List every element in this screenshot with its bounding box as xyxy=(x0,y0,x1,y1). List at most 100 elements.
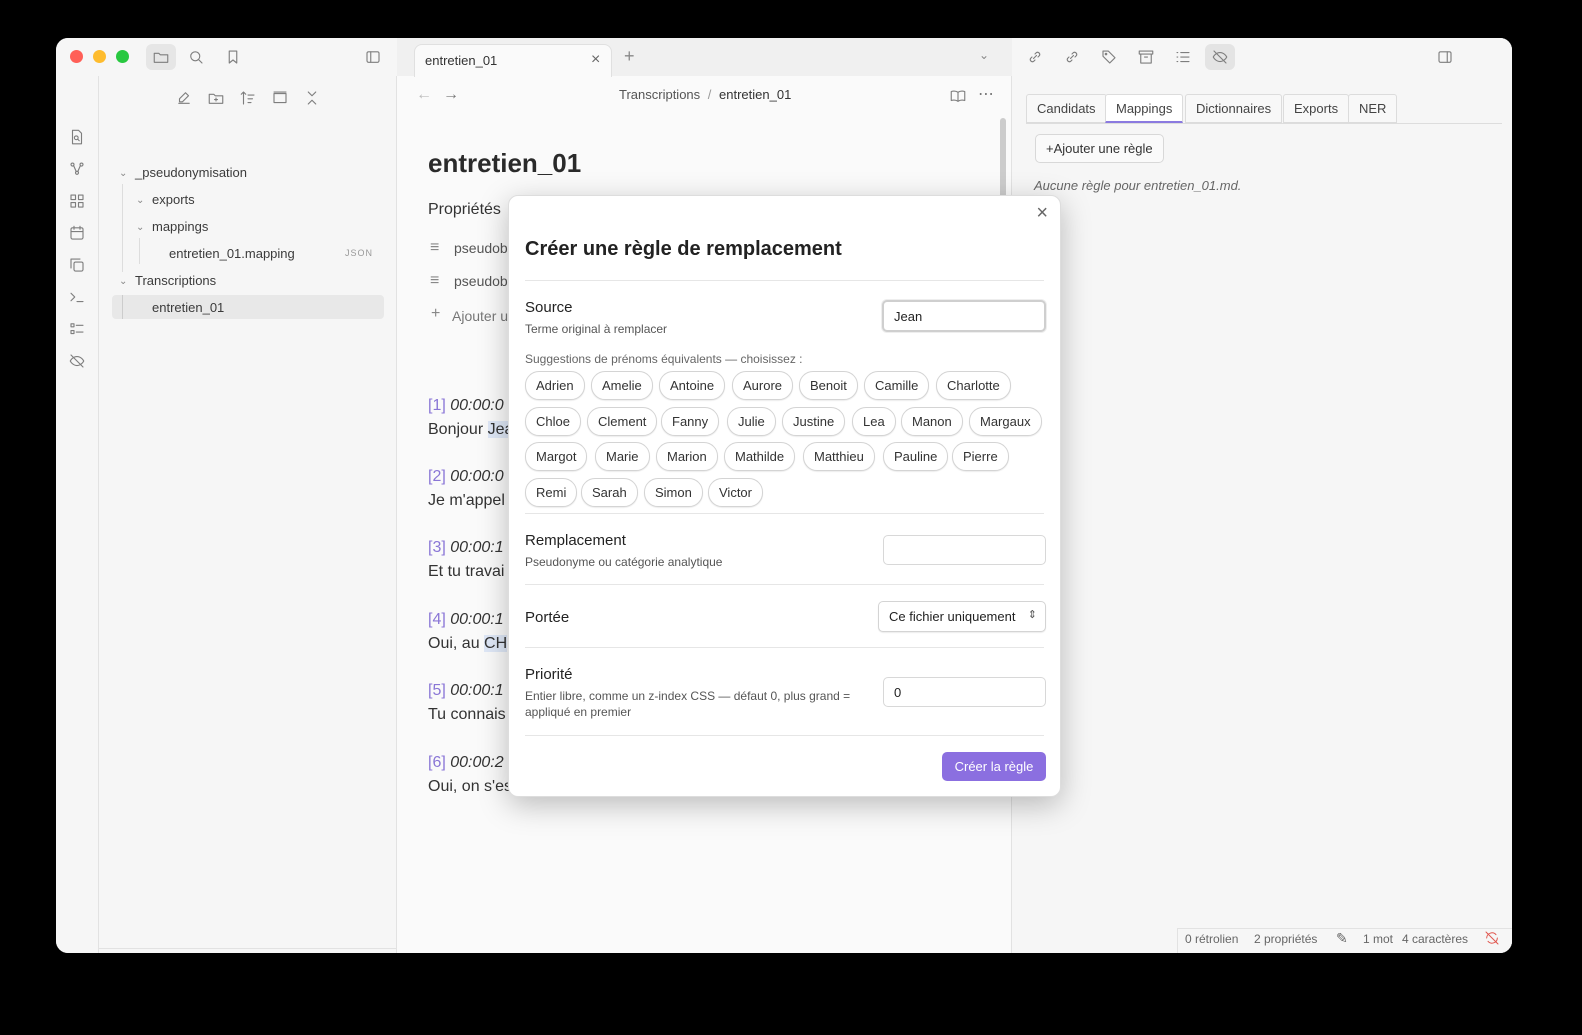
right-sidebar-toggle-icon[interactable] xyxy=(1436,48,1454,66)
grid-icon[interactable] xyxy=(68,192,86,210)
forward-arrow-icon[interactable]: → xyxy=(443,86,459,104)
copy-icon[interactable] xyxy=(68,256,86,274)
priority-input[interactable] xyxy=(883,677,1046,707)
list-icon[interactable] xyxy=(68,320,86,338)
archive-icon[interactable] xyxy=(1137,48,1155,66)
close-tab-icon[interactable]: × xyxy=(591,51,600,69)
segment-time: 00:00:2 xyxy=(450,754,504,771)
chevron-down-icon[interactable]: ⌄ xyxy=(136,195,144,206)
divider xyxy=(99,948,397,949)
suggestion-chip[interactable]: Marie xyxy=(595,442,650,471)
suggestion-chip[interactable]: Victor xyxy=(708,478,763,507)
suggestion-chip[interactable]: Pauline xyxy=(883,442,949,471)
sort-icon[interactable] xyxy=(239,89,257,107)
chevron-down-icon[interactable]: ⌄ xyxy=(119,276,127,287)
file-entretien-01[interactable]: entretien_01 xyxy=(152,298,224,318)
suggestion-chip[interactable]: Lea xyxy=(852,407,896,436)
chevron-down-icon[interactable]: ⌄ xyxy=(119,168,127,179)
suggestion-chip[interactable]: Pierre xyxy=(952,442,1009,471)
suggestion-chip[interactable]: Benoit xyxy=(799,371,858,400)
new-folder-icon[interactable] xyxy=(207,89,225,107)
tab-entretien-01[interactable]: entretien_01 × xyxy=(414,44,612,77)
collapse-all-icon[interactable] xyxy=(303,89,321,107)
pseudonymisation-view-button[interactable] xyxy=(1205,44,1235,70)
minimize-window-button[interactable] xyxy=(93,50,106,63)
file-search-icon[interactable] xyxy=(68,128,86,146)
link-icon[interactable] xyxy=(1063,48,1081,66)
suggestion-chip[interactable]: Charlotte xyxy=(936,371,1011,400)
calendar-icon[interactable] xyxy=(68,224,86,242)
zoom-window-button[interactable] xyxy=(116,50,129,63)
breadcrumb-parent[interactable]: Transcriptions xyxy=(619,87,700,102)
close-window-button[interactable] xyxy=(70,50,83,63)
suggestion-chip[interactable]: Sarah xyxy=(581,478,638,507)
terminal-icon[interactable] xyxy=(68,288,86,306)
properties-heading[interactable]: Propriétés xyxy=(428,201,501,219)
tab-exports[interactable]: Exports xyxy=(1283,94,1350,123)
folder-transcriptions[interactable]: Transcriptions xyxy=(135,271,216,291)
back-arrow-icon[interactable]: ← xyxy=(416,86,432,104)
property-name[interactable]: pseudob xyxy=(454,273,508,289)
suggestion-chip[interactable]: Amelie xyxy=(591,371,653,400)
create-rule-button[interactable]: Créer la règle xyxy=(942,752,1046,781)
edit-mode-icon[interactable]: ✎ xyxy=(1336,930,1348,947)
collapse-view-icon[interactable] xyxy=(271,89,289,107)
suggestion-chip[interactable]: Margaux xyxy=(969,407,1042,436)
reading-view-icon[interactable] xyxy=(949,87,967,105)
suggestion-chip[interactable]: Remi xyxy=(525,478,578,507)
suggestion-chip[interactable]: Marion xyxy=(656,442,718,471)
replacement-input[interactable] xyxy=(883,535,1046,565)
folder-mappings[interactable]: mappings xyxy=(152,217,208,237)
new-tab-icon[interactable]: + xyxy=(624,46,635,67)
new-note-icon[interactable] xyxy=(175,89,193,107)
add-property-button[interactable]: Ajouter u xyxy=(452,308,508,324)
suggestion-chip[interactable]: Camille xyxy=(864,371,930,400)
suggestion-chip[interactable]: Matthieu xyxy=(803,442,875,471)
segment-number: [4] xyxy=(428,611,446,628)
suggestion-chip[interactable]: Mathilde xyxy=(724,442,796,471)
add-rule-button[interactable]: +Ajouter une règle xyxy=(1035,134,1164,163)
file-mapping-json[interactable]: entretien_01.mapping xyxy=(169,244,295,264)
sync-off-icon[interactable] xyxy=(1484,930,1500,946)
tab-ner[interactable]: NER xyxy=(1348,94,1398,123)
tab-dictionnaires[interactable]: Dictionnaires xyxy=(1185,94,1283,123)
outline-list-icon[interactable] xyxy=(1174,48,1192,66)
close-modal-icon[interactable]: × xyxy=(1036,202,1048,225)
highlighted-term[interactable]: CH xyxy=(484,635,508,652)
suggestion-chip[interactable]: Aurore xyxy=(732,371,794,400)
status-backlinks[interactable]: 0 rétrolien xyxy=(1185,932,1238,946)
sidebar-toggle-icon[interactable] xyxy=(364,48,382,66)
scope-select[interactable]: Ce fichier uniquement ⇕ xyxy=(878,601,1046,632)
tab-list-chevron-icon[interactable]: ⌄ xyxy=(979,48,989,62)
suggestion-chip[interactable]: Justine xyxy=(782,407,846,436)
files-tab-button[interactable] xyxy=(146,44,176,70)
suggestion-chip[interactable]: Julie xyxy=(727,407,776,436)
property-name[interactable]: pseudob xyxy=(454,240,508,256)
suggestion-chip[interactable]: Adrien xyxy=(525,371,585,400)
tag-icon[interactable] xyxy=(1100,48,1118,66)
scrollbar-thumb[interactable] xyxy=(1000,118,1006,198)
breadcrumb-current[interactable]: entretien_01 xyxy=(719,87,791,102)
suggestion-chip[interactable]: Manon xyxy=(901,407,963,436)
suggestion-chip[interactable]: Fanny xyxy=(661,407,720,436)
search-icon[interactable] xyxy=(187,48,205,66)
eye-off-icon[interactable] xyxy=(68,352,86,370)
bookmark-icon[interactable] xyxy=(224,48,242,66)
suggestion-chip[interactable]: Simon xyxy=(644,478,703,507)
folder-pseudonymisation[interactable]: _pseudonymisation xyxy=(135,163,247,183)
suggestion-chip[interactable]: Clement xyxy=(587,407,658,436)
more-options-icon[interactable]: ⋯ xyxy=(978,84,994,104)
divider xyxy=(525,280,1044,281)
suggestion-chip[interactable]: Margot xyxy=(525,442,588,471)
note-title[interactable]: entretien_01 xyxy=(428,148,581,179)
suggestion-chip[interactable]: Antoine xyxy=(659,371,726,400)
tab-mappings[interactable]: Mappings xyxy=(1105,94,1184,123)
folder-exports[interactable]: exports xyxy=(152,190,195,210)
suggestion-chip[interactable]: Chloe xyxy=(525,407,581,436)
tab-candidats[interactable]: Candidats xyxy=(1026,94,1107,123)
chevron-down-icon[interactable]: ⌄ xyxy=(136,222,144,233)
source-input[interactable] xyxy=(882,300,1046,332)
status-properties[interactable]: 2 propriétés xyxy=(1254,932,1317,946)
graph-icon[interactable] xyxy=(68,160,86,178)
link-plus-icon[interactable] xyxy=(1026,48,1044,66)
